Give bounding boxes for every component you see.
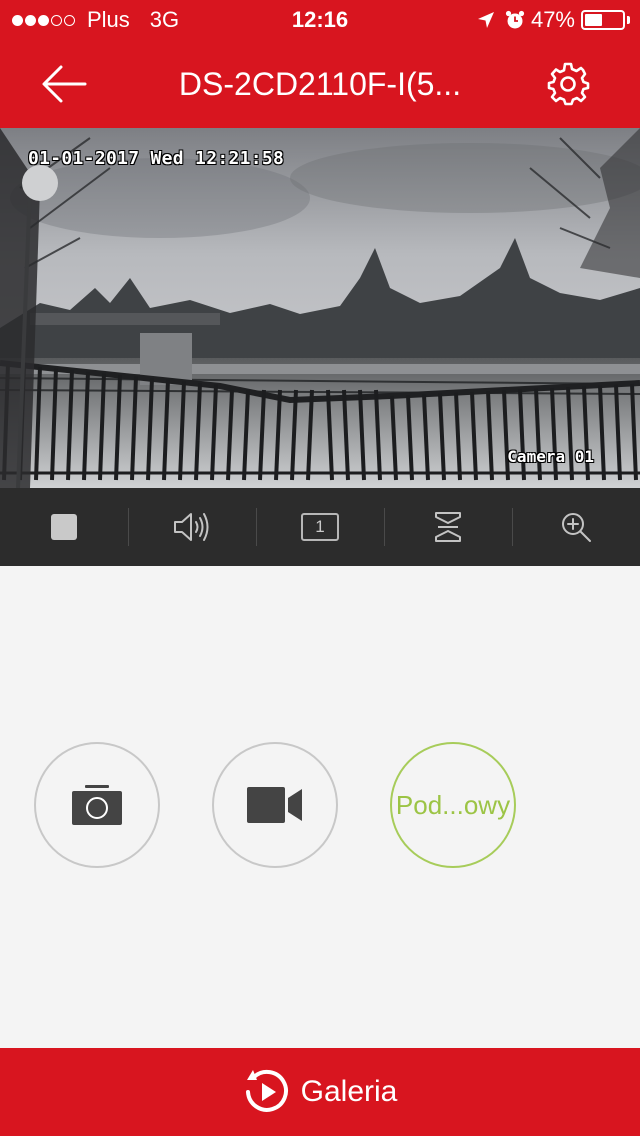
stop-icon: [51, 514, 77, 540]
settings-button[interactable]: [544, 60, 592, 108]
audio-button[interactable]: [128, 488, 256, 566]
channel-icon: 1: [301, 513, 339, 541]
camera-feed-image: [0, 128, 640, 488]
camera-icon: [72, 785, 122, 825]
alarm-clock-icon: [505, 10, 525, 30]
location-arrow-icon: [477, 11, 495, 29]
channel-button[interactable]: 1: [256, 488, 384, 566]
zoom-button[interactable]: [512, 488, 640, 566]
osd-camera-name: Camera 01: [507, 447, 594, 466]
live-video-view[interactable]: 01-01-2017 Wed 12:21:58 Camera 01: [0, 128, 640, 488]
stop-button[interactable]: [0, 488, 128, 566]
status-bar: Plus 3G 12:16 47%: [0, 0, 640, 40]
battery-icon: [581, 10, 625, 30]
gallery-button[interactable]: Galeria: [0, 1048, 640, 1136]
zoom-in-icon: [562, 513, 591, 542]
battery-percent: 47%: [530, 7, 575, 32]
navigation-bar: DS-2CD2110F-I(5...: [0, 40, 640, 128]
osd-timestamp: 01-01-2017 Wed 12:21:58: [28, 148, 285, 169]
playback-toolbar: 1: [0, 488, 640, 566]
stream-quality-button[interactable]: [384, 488, 512, 566]
gear-icon: [547, 62, 590, 106]
gallery-label: Galeria: [300, 1075, 398, 1108]
preview-mode-button[interactable]: Pod...owy: [390, 742, 516, 868]
battery-cap: [627, 16, 630, 24]
arrow-left-icon: [42, 65, 87, 103]
capture-photo-button[interactable]: [34, 742, 160, 868]
action-buttons: Pod...owy: [0, 742, 640, 872]
status-right: 47%: [477, 0, 630, 40]
speaker-icon: [174, 513, 209, 541]
playback-icon: [243, 1068, 291, 1116]
page-title: DS-2CD2110F-I(5...: [178, 66, 462, 102]
stream-quality-icon: [435, 512, 461, 542]
app-header: Plus 3G 12:16 47% DS-2CD2110F-I(5...: [0, 0, 640, 128]
back-button[interactable]: [36, 60, 92, 108]
record-video-button[interactable]: [212, 742, 338, 868]
video-camera-icon: [247, 787, 302, 823]
battery-level: [585, 14, 602, 26]
